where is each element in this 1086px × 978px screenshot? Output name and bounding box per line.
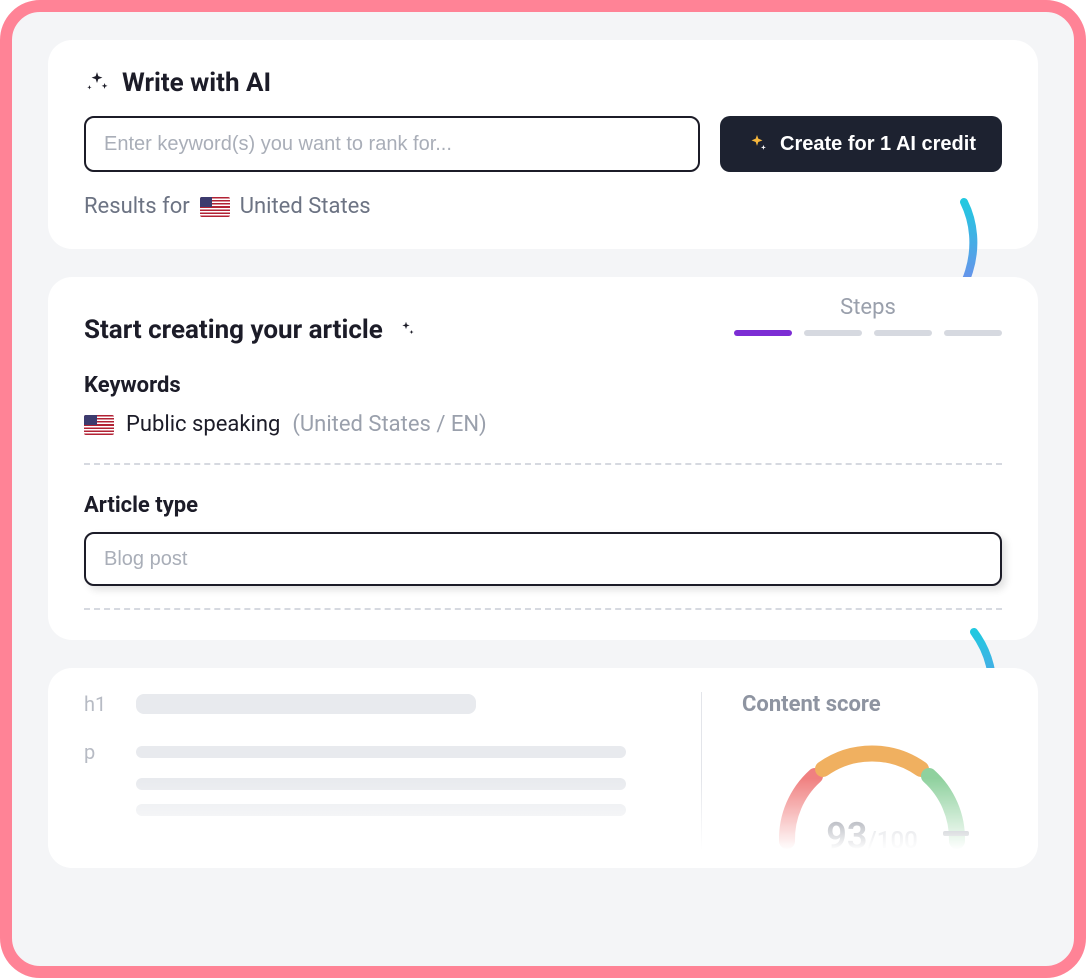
score-value: 93 xyxy=(826,815,867,857)
keyword-meta: (United States / EN) xyxy=(292,412,486,437)
us-flag-icon xyxy=(84,415,114,435)
keyword-input[interactable] xyxy=(84,116,700,172)
score-gauge: 93/100 xyxy=(767,731,977,851)
results-country: United States xyxy=(240,194,371,219)
card-title: Write with AI xyxy=(122,68,271,98)
step-bar xyxy=(804,330,862,336)
skeleton-line xyxy=(136,778,626,790)
article-type-label: Article type xyxy=(84,493,1002,518)
step-bar xyxy=(874,330,932,336)
content-score-panel: Content score 93/100 xyxy=(702,692,1002,868)
editor-preview: h1 p xyxy=(84,692,702,868)
keywords-label: Keywords xyxy=(84,373,1002,398)
sparkles-icon xyxy=(395,319,417,341)
score-max: 100 xyxy=(877,826,918,854)
sparkles-icon xyxy=(84,70,110,96)
content-score-title: Content score xyxy=(742,692,1002,717)
start-creating-card: Start creating your article Steps xyxy=(48,277,1038,640)
h1-tag: h1 xyxy=(84,692,114,716)
card-title: Start creating your article xyxy=(84,315,383,345)
content-preview-card: h1 p Content score xyxy=(48,668,1038,868)
step-bar xyxy=(944,330,1002,336)
sparkles-icon xyxy=(746,133,768,155)
write-with-ai-card: Write with AI Create for 1 AI credit Res… xyxy=(48,40,1038,249)
create-button[interactable]: Create for 1 AI credit xyxy=(720,116,1002,172)
article-type-input[interactable] xyxy=(84,532,1002,586)
create-button-label: Create for 1 AI credit xyxy=(780,133,976,156)
keyword-row: Public speaking (United States / EN) xyxy=(84,412,1002,437)
keyword-value: Public speaking xyxy=(126,412,280,437)
p-tag: p xyxy=(84,740,114,764)
skeleton-line xyxy=(136,804,626,816)
divider xyxy=(84,608,1002,610)
divider xyxy=(84,463,1002,465)
steps-label: Steps xyxy=(734,295,1002,320)
step-bar xyxy=(734,330,792,336)
results-country-line: Results for United States xyxy=(84,194,1002,219)
results-prefix: Results for xyxy=(84,194,190,219)
skeleton-line xyxy=(136,746,626,758)
steps-indicator: Steps xyxy=(734,295,1002,336)
skeleton-line xyxy=(136,694,476,714)
us-flag-icon xyxy=(200,197,230,217)
